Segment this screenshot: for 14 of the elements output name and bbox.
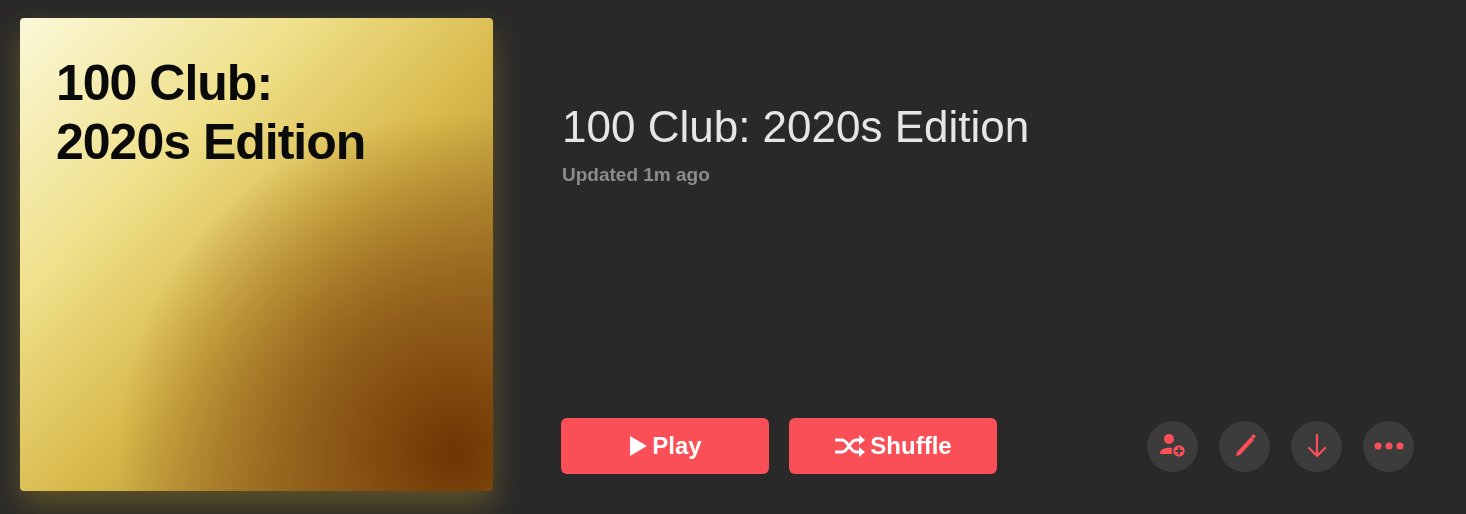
download-arrow-icon: [1306, 434, 1327, 458]
add-person-button[interactable]: [1147, 420, 1198, 472]
shuffle-button[interactable]: Shuffle: [789, 418, 997, 474]
add-person-icon: [1159, 434, 1186, 458]
more-icon: [1373, 442, 1404, 450]
updated-time: Updated 1m ago: [562, 163, 710, 186]
download-button[interactable]: [1291, 420, 1342, 472]
artwork-title: 100 Club: 2020s Edition: [56, 54, 366, 171]
more-button[interactable]: [1363, 420, 1414, 472]
playlist-title: 100 Club: 2020s Edition: [562, 101, 1030, 153]
shuffle-icon: [834, 435, 867, 457]
edit-button[interactable]: [1219, 420, 1270, 472]
play-icon: [628, 435, 649, 457]
play-button[interactable]: Play: [561, 418, 769, 474]
